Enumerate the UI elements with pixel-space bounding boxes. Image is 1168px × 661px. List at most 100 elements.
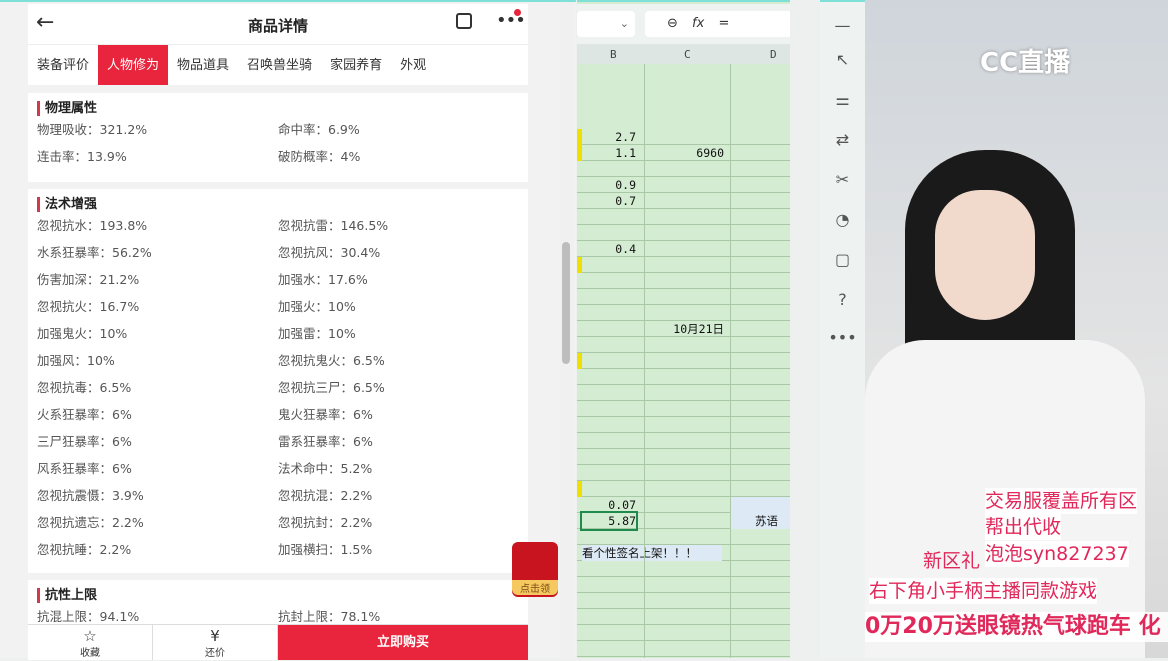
minimize-icon[interactable]: — bbox=[820, 16, 865, 35]
equals-sign: = bbox=[718, 16, 730, 31]
sheet-row bbox=[577, 641, 790, 657]
attribute-item: 物理吸收：321.2% bbox=[37, 122, 148, 137]
favorite-label: 收藏 bbox=[80, 648, 100, 659]
scrollbar[interactable] bbox=[560, 2, 574, 660]
sheet-row bbox=[577, 401, 790, 417]
sheet-cell[interactable]: 苏语 bbox=[731, 497, 790, 529]
product-detail-panel: ← 商品详情 ••• 装备评价 人物修为 物品道具 召唤兽坐骑 家园养育 外观 … bbox=[0, 0, 576, 660]
formula-bar[interactable]: ⊖ fx = bbox=[645, 11, 790, 37]
star-icon: ☆ bbox=[83, 627, 97, 645]
more-icon[interactable]: ••• bbox=[820, 328, 865, 347]
page-title: 商品详情 bbox=[247, 17, 308, 35]
sheet-row bbox=[577, 433, 790, 449]
sheet-cell[interactable]: 0.7 bbox=[582, 193, 636, 209]
share-icon[interactable] bbox=[456, 13, 472, 29]
cc-live-logo: CC直播 bbox=[980, 48, 1071, 78]
gift-label: 点击领 bbox=[512, 580, 558, 595]
tab-character[interactable]: 人物修为 bbox=[98, 45, 169, 85]
tools-icon[interactable]: ✂ bbox=[820, 170, 865, 189]
attribute-item: 忽视抗震慑：3.9% bbox=[37, 488, 144, 503]
attribute-item: 忽视抗三尸：6.5% bbox=[278, 380, 385, 395]
attribute-item: 忽视抗雷：146.5% bbox=[278, 218, 389, 233]
attribute-item: 加强火：10% bbox=[278, 299, 356, 314]
bargain-button[interactable]: ¥ 还价 bbox=[153, 625, 278, 660]
sheet-row bbox=[577, 593, 790, 609]
sheet-row bbox=[577, 481, 790, 497]
bottom-action-bar: ☆ 收藏 ¥ 还价 立即购买 bbox=[28, 624, 528, 660]
sheet-row bbox=[577, 353, 790, 369]
favorite-button[interactable]: ☆ 收藏 bbox=[28, 625, 153, 660]
sheet-row bbox=[577, 609, 790, 625]
help-icon[interactable]: ? bbox=[820, 290, 865, 309]
sliders-icon[interactable]: ⚌ bbox=[820, 90, 865, 109]
sheet-row bbox=[577, 529, 790, 545]
sheet-cell[interactable]: 5.87 bbox=[580, 511, 638, 531]
attribute-item: 加强水：17.6% bbox=[278, 272, 368, 287]
category-tabs: 装备评价 人物修为 物品道具 召唤兽坐骑 家园养育 外观 bbox=[28, 44, 528, 85]
tab-home[interactable]: 家园养育 bbox=[321, 45, 391, 85]
formula-toolbar: ⌄ ⊖ fx = bbox=[577, 4, 790, 44]
tab-appearance[interactable]: 外观 bbox=[391, 45, 435, 85]
tab-items[interactable]: 物品道具 bbox=[168, 45, 238, 85]
shape-icon[interactable]: ◔ bbox=[820, 210, 865, 229]
sheet-cell[interactable]: 0.4 bbox=[582, 241, 636, 257]
tab-pets-mounts[interactable]: 召唤兽坐骑 bbox=[238, 45, 321, 85]
spreadsheet: ⌄ ⊖ fx = B C D 2.7 1.1 6960 0.9 0.7 0.4 10月21日… bbox=[577, 0, 790, 658]
sheet-cell[interactable]: 10月21日 bbox=[645, 321, 724, 337]
convert-icon[interactable]: ⇄ bbox=[820, 130, 865, 149]
sheet-row bbox=[577, 161, 790, 177]
bargain-label: 还价 bbox=[205, 648, 225, 659]
sheet-cell[interactable]: 0.07 bbox=[582, 497, 636, 513]
attribute-item: 加强风：10% bbox=[37, 353, 115, 368]
attribute-item: 水系狂暴率：56.2% bbox=[37, 245, 152, 260]
yen-icon: ¥ bbox=[210, 627, 220, 645]
sheet-row: 0.9 bbox=[577, 177, 790, 193]
attribute-item: 命中率：6.9% bbox=[278, 122, 360, 137]
attribute-item: 雷系狂暴率：6% bbox=[278, 434, 373, 449]
attribute-item: 忽视抗毒：6.5% bbox=[37, 380, 132, 395]
book-icon[interactable]: ▢ bbox=[820, 250, 865, 269]
attribute-item: 风系狂暴率：6% bbox=[37, 461, 132, 476]
sheet-row bbox=[577, 417, 790, 433]
sheet-row: 1.1 6960 bbox=[577, 145, 790, 161]
column-header-b[interactable]: B bbox=[610, 48, 617, 61]
zoom-icon[interactable]: ⊖ bbox=[667, 16, 678, 31]
overlay-text: 新区礼 bbox=[923, 550, 981, 572]
sheet-row bbox=[577, 465, 790, 481]
sheet-cell[interactable]: 2.7 bbox=[582, 129, 636, 145]
attribute-item: 加强横扫：1.5% bbox=[278, 542, 373, 557]
sheet-row: 看个性签名上架！！！ bbox=[577, 545, 790, 561]
overlay-banner: 0万20万送眼镜热气球跑车 化 bbox=[865, 612, 1168, 642]
sheet-row bbox=[577, 625, 790, 641]
attribute-item: 抗混上限：94.1% bbox=[37, 609, 140, 624]
overlay-text: 右下角小手柄主播同款游戏 bbox=[869, 578, 1098, 604]
streamer-face bbox=[935, 190, 1035, 320]
sheet-row bbox=[577, 577, 790, 593]
buy-now-button[interactable]: 立即购买 bbox=[278, 625, 528, 660]
sheet-cell[interactable]: 1.1 bbox=[582, 145, 636, 161]
section-title: 法术增强 bbox=[37, 197, 519, 212]
sheet-cell[interactable]: 看个性签名上架！！！ bbox=[582, 545, 722, 561]
row-highlight bbox=[577, 257, 582, 273]
section-physical: 物理属性 物理吸收：321.2% 命中率：6.9% 连击率：13.9% 破防概率：4% bbox=[28, 93, 528, 182]
name-box-dropdown[interactable]: ⌄ bbox=[577, 11, 635, 37]
pointer-icon[interactable]: ↖ bbox=[820, 50, 865, 69]
red-envelope-gift[interactable]: 点击领 bbox=[512, 542, 558, 597]
row-highlight bbox=[577, 129, 582, 161]
live-stream-video: CC直播 交易服覆盖所有区 帮出代收 泡泡syn827237 新区礼 右下角小手… bbox=[865, 0, 1168, 658]
attribute-item: 伤害加深：21.2% bbox=[37, 272, 140, 287]
sheet-row bbox=[577, 225, 790, 241]
sheet-cell[interactable]: 6960 bbox=[645, 145, 724, 161]
attribute-item: 破防概率：4% bbox=[278, 149, 361, 164]
scrollbar-thumb[interactable] bbox=[562, 242, 570, 364]
column-header-c[interactable]: C bbox=[684, 48, 691, 61]
sheet-row: 0.7 bbox=[577, 193, 790, 209]
sheet-row: 10月21日 bbox=[577, 321, 790, 337]
column-header-d[interactable]: D bbox=[770, 48, 777, 61]
section-title: 物理属性 bbox=[37, 101, 519, 116]
sheet-cell[interactable]: 0.9 bbox=[582, 177, 636, 193]
attribute-item: 鬼火狂暴率：6% bbox=[278, 407, 373, 422]
tab-equipment-review[interactable]: 装备评价 bbox=[28, 45, 98, 85]
attribute-item: 火系狂暴率：6% bbox=[37, 407, 132, 422]
sheet-row bbox=[577, 449, 790, 465]
